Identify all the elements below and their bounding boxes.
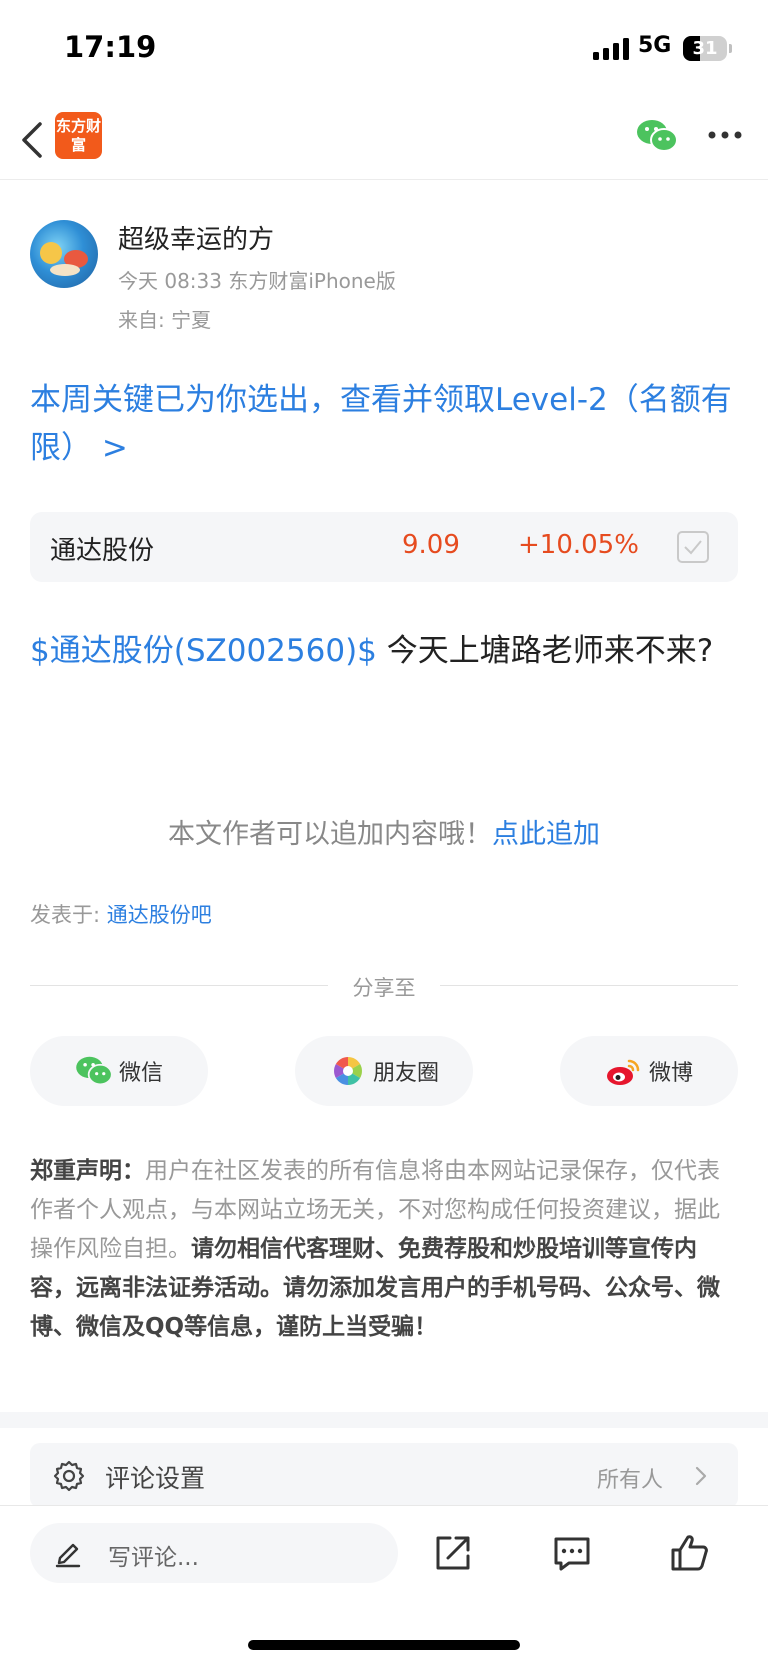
comment-input[interactable]: 写评论... — [30, 1523, 398, 1583]
app-logo[interactable]: 东方财富 — [55, 112, 102, 159]
stock-bar-link[interactable]: 通达股份吧 — [107, 903, 212, 927]
stock-card[interactable]: 通达股份 9.09 +10.05% — [30, 512, 738, 582]
weibo-icon — [606, 1059, 640, 1085]
nav-bar: 东方财富 — [0, 100, 768, 180]
comment-settings-label: 评论设置 — [105, 1464, 206, 1493]
add-watchlist-checkbox[interactable] — [677, 531, 709, 563]
posted-in: 发表于: 通达股份吧 — [30, 899, 212, 929]
post-text: 今天上塘路老师来不来? — [376, 633, 714, 669]
gear-icon — [53, 1460, 85, 1492]
share-weibo-button[interactable]: 微博 — [560, 1036, 738, 1106]
status-bar: 17:19 5G 31 — [0, 0, 768, 96]
bottom-bar: 写评论... — [0, 1505, 768, 1663]
post-content: $通达股份(SZ002560)$ 今天上塘路老师来不来? — [30, 624, 740, 679]
check-icon — [684, 540, 702, 555]
battery-icon: 31 — [683, 36, 727, 61]
chevron-right-icon — [695, 1466, 707, 1486]
chevron-left-icon[interactable] — [20, 120, 44, 160]
posted-in-label: 发表于: — [30, 903, 107, 927]
append-hint-text: 本文作者可以追加内容哦！ — [168, 819, 492, 850]
share-title: 分享至 — [352, 976, 416, 1000]
wechat-icon — [76, 1056, 113, 1086]
disclaimer: 郑重声明：用户在社区发表的所有信息将由本网站记录保存，仅代表作者个人观点，与本网… — [30, 1152, 740, 1347]
share-moments-label: 朋友圈 — [372, 1061, 439, 1086]
like-icon[interactable] — [669, 1532, 711, 1574]
wechat-icon[interactable] — [636, 118, 678, 154]
share-moments-button[interactable]: 朋友圈 — [295, 1036, 473, 1106]
append-link[interactable]: 点此追加 — [492, 819, 600, 850]
stock-tag-link[interactable]: $通达股份(SZ002560)$ — [30, 633, 377, 669]
comment-icon[interactable] — [551, 1532, 593, 1574]
share-wechat-label: 微信 — [118, 1061, 163, 1086]
moments-icon — [334, 1057, 362, 1085]
author-location: 来自: 宁夏 — [118, 308, 212, 332]
divider — [440, 985, 738, 986]
status-time: 17:19 — [64, 30, 157, 64]
pen-icon — [55, 1543, 81, 1568]
battery-level: 31 — [692, 38, 718, 59]
disclaimer-title: 郑重声明： — [30, 1158, 145, 1184]
promo-link[interactable]: 本周关键已为你选出，查看并领取Level-2（名额有限） > — [30, 376, 740, 472]
more-dots-icon[interactable] — [708, 130, 742, 140]
avatar[interactable] — [30, 220, 98, 288]
append-hint: 本文作者可以追加内容哦！点此追加 — [0, 812, 768, 851]
comment-settings-value: 所有人 — [596, 1468, 663, 1493]
share-weibo-label: 微博 — [648, 1061, 693, 1086]
stock-change: +10.05% — [518, 530, 639, 560]
comment-settings-row[interactable]: 评论设置 所有人 — [30, 1443, 738, 1508]
share-wechat-button[interactable]: 微信 — [30, 1036, 208, 1106]
network-type: 5G — [638, 33, 672, 58]
section-separator — [0, 1412, 768, 1428]
share-out-icon[interactable] — [432, 1532, 474, 1574]
stock-price: 9.09 — [402, 530, 460, 560]
home-indicator — [248, 1640, 520, 1650]
post-meta: 今天 08:33 东方财富iPhone版 — [118, 269, 396, 293]
author-name[interactable]: 超级幸运的方 — [118, 219, 274, 256]
battery-cap — [729, 44, 732, 53]
signal-icon — [593, 38, 629, 60]
comment-placeholder: 写评论... — [108, 1545, 199, 1571]
stock-name: 通达股份 — [50, 536, 155, 566]
